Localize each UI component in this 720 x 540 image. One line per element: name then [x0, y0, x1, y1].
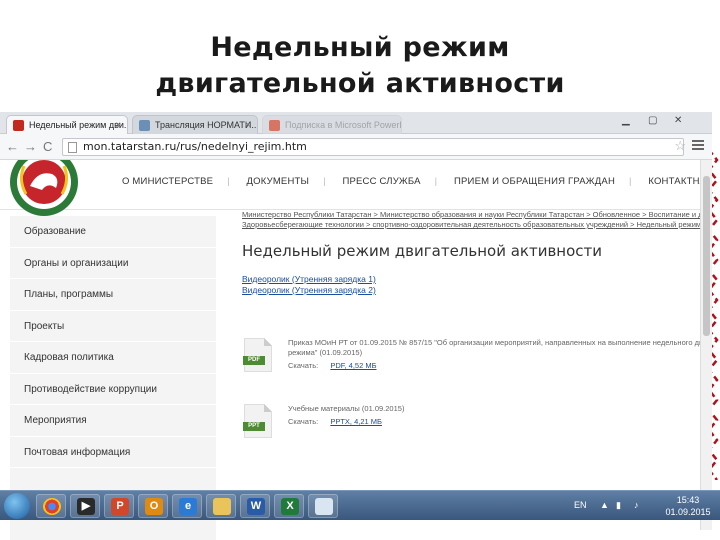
pdf-file-icon[interactable]: PDF	[243, 338, 272, 372]
tab-strip: Недельный режим дви... × Трансляция НОРМ…	[0, 112, 712, 134]
sidebar-item-education[interactable]: Образование	[10, 216, 216, 248]
tab-label: Недельный режим дви...	[29, 120, 128, 130]
document-title-cont: режима" (01.09.2015)	[288, 348, 363, 357]
excel-icon[interactable]: X	[274, 494, 304, 518]
tab-nedelnyi-rezhim[interactable]: Недельный режим дви... ×	[6, 115, 128, 134]
windows-taskbar: ▶ P O e W X EN ▲ ▮ ♪ 15:43 01.09.2015	[0, 490, 720, 520]
site-favicon-icon	[13, 120, 24, 131]
sidebar-item-personnel[interactable]: Кадровая политика	[10, 342, 216, 374]
document-info: Учебные материалы (01.09.2015) Скачать: …	[288, 404, 708, 427]
video-link-1[interactable]: Видеоролик (Утренняя зарядка 1)	[242, 274, 712, 285]
clock-date: 01.09.2015	[665, 507, 711, 517]
tray-arrow-icon[interactable]: ▲	[600, 500, 609, 510]
video-links: Видеоролик (Утренняя зарядка 1) Видеорол…	[242, 274, 712, 296]
tab-translyatsiya[interactable]: Трансляция НОРМАТИ... ×	[132, 115, 258, 134]
ppt-file-icon[interactable]: PPT	[243, 404, 272, 438]
download-label: Скачать:	[288, 361, 319, 370]
reload-button[interactable]: C	[43, 139, 52, 155]
main-content: Министерство Республики Татарстан > Мини…	[242, 210, 712, 530]
sidebar-item-anticorruption[interactable]: Противодействие коррупции	[10, 374, 216, 405]
breadcrumb-line-2[interactable]: Здоровьесберегающие технологии > спортив…	[242, 220, 712, 230]
chrome-icon[interactable]	[36, 494, 66, 518]
sidebar-item-plans[interactable]: Планы, программы	[10, 279, 216, 311]
page-title: Недельный режим двигательной активности	[242, 242, 603, 260]
nav-ministry[interactable]: О МИНИСТЕРСТВЕ	[122, 176, 213, 187]
language-indicator[interactable]: EN	[574, 500, 587, 510]
document-title: Приказ МОиН РТ от 01.09.2015 № 857/15 "О…	[288, 338, 708, 347]
start-button[interactable]	[4, 493, 30, 519]
maximize-icon[interactable]: ▢	[648, 114, 657, 128]
site-header: О МИНИСТЕРСТВЕ | ДОКУМЕНТЫ | ПРЕСС СЛУЖБА |…	[0, 160, 712, 216]
address-url: mon.tatarstan.ru/rus/nedelnyi_rejim.htm	[83, 140, 307, 153]
breadcrumb: Министерство Республики Татарстан > Мини…	[242, 210, 712, 230]
tab-label: Трансляция НОРМАТИ...	[155, 120, 258, 130]
sidebar-item-info[interactable]: Почтовая информация	[10, 437, 216, 468]
minimize-icon[interactable]: ▁	[622, 114, 630, 128]
nav-press[interactable]: ПРЕСС СЛУЖБА	[342, 176, 420, 187]
slide-title-line-1: Недельный режим	[210, 32, 510, 63]
address-bar[interactable]: mon.tatarstan.ru/rus/nedelnyi_rejim.htm	[62, 138, 684, 156]
file-type-badge: PPT	[243, 422, 265, 431]
ie-icon[interactable]: e	[172, 494, 202, 518]
volume-icon[interactable]: ♪	[634, 500, 639, 510]
document-title: Учебные материалы (01.09.2015)	[288, 404, 405, 413]
tab-powerpoint[interactable]: Подписка в Microsoft PowerPoint	[262, 115, 402, 134]
powerpoint-icon[interactable]: P	[104, 494, 134, 518]
document-info: Приказ МОиН РТ от 01.09.2015 № 857/15 "О…	[288, 338, 708, 371]
folder-icon[interactable]	[206, 494, 236, 518]
nav-documents[interactable]: ДОКУМЕНТЫ	[247, 176, 310, 187]
bookmark-star-icon[interactable]: ☆	[674, 138, 686, 154]
network-icon[interactable]: ▮	[616, 500, 621, 511]
tab-label: Подписка в Microsoft PowerPoint	[285, 120, 401, 130]
paint-icon[interactable]	[308, 494, 338, 518]
page-favicon-icon	[139, 120, 150, 131]
file-type-badge: PDF	[243, 356, 265, 365]
download-link[interactable]: PDF, 4,52 МБ	[330, 361, 376, 370]
close-tab-icon[interactable]: ×	[115, 116, 121, 134]
browser-screenshot: Недельный режим дви... × Трансляция НОРМ…	[0, 112, 712, 540]
clock-time: 15:43	[676, 495, 700, 505]
slide-title: Недельный режим двигательной активности	[0, 30, 720, 102]
powerpoint-favicon-icon	[269, 120, 280, 131]
media-icon[interactable]: ▶	[70, 494, 100, 518]
sidebar-item-organizations[interactable]: Органы и организации	[10, 248, 216, 279]
forward-button[interactable]: →	[24, 139, 37, 155]
video-link-2[interactable]: Видеоролик (Утренняя зарядка 2)	[242, 285, 712, 296]
slide-title-line-2: двигательной активности	[155, 68, 565, 99]
page-scrollbar[interactable]	[700, 160, 712, 530]
system-clock[interactable]: 15:43 01.09.2015	[660, 494, 716, 518]
tatarstan-emblem-logo[interactable]	[8, 160, 100, 220]
close-tab-icon[interactable]: ×	[245, 116, 251, 134]
window-close-icon[interactable]: ✕	[674, 114, 682, 128]
back-button[interactable]: ←	[6, 139, 19, 155]
scrollbar-thumb[interactable]	[703, 176, 710, 336]
word-icon[interactable]: W	[240, 494, 270, 518]
top-navigation: О МИНИСТЕРСТВЕ | ДОКУМЕНТЫ | ПРЕСС СЛУЖБА |…	[122, 176, 712, 187]
outlook-icon[interactable]: O	[138, 494, 168, 518]
page-icon	[68, 142, 77, 153]
download-link[interactable]: PPTX, 4,21 МБ	[330, 417, 382, 426]
sidebar-item-projects[interactable]: Проекты	[10, 311, 216, 342]
nav-reception[interactable]: ПРИЕМ И ОБРАЩЕНИЯ ГРАЖДАН	[454, 176, 615, 187]
sidebar-item-events[interactable]: Мероприятия	[10, 405, 216, 437]
browser-toolbar: ← → C mon.tatarstan.ru/rus/nedelnyi_reji…	[0, 134, 712, 160]
breadcrumb-line-1[interactable]: Министерство Республики Татарстан > Мини…	[242, 210, 712, 220]
menu-icon[interactable]	[692, 140, 704, 152]
download-label: Скачать:	[288, 417, 319, 426]
